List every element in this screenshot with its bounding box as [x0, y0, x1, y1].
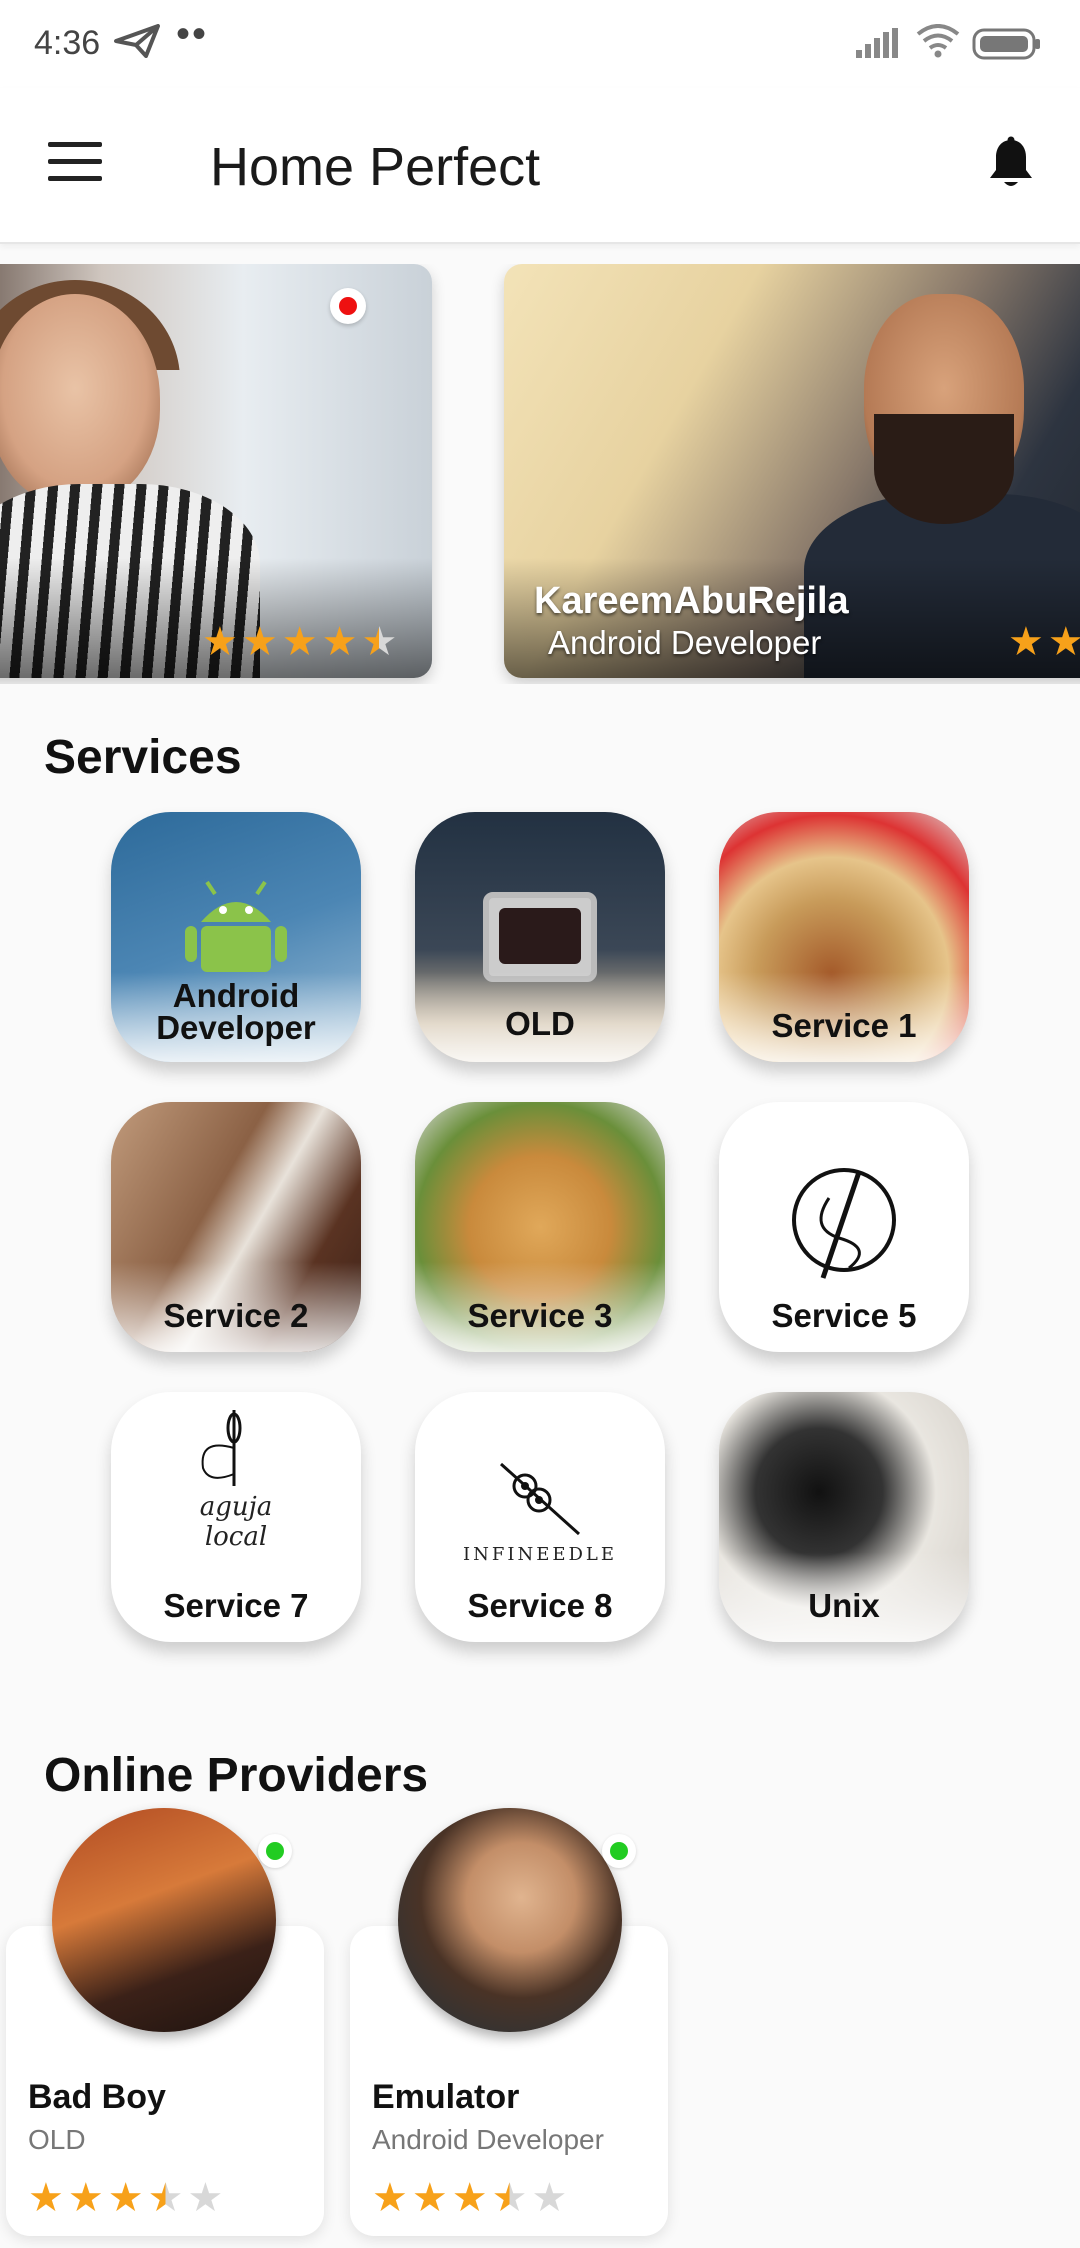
star-icon: ★: [372, 2175, 408, 2221]
rating-stars: ★★★★★: [1008, 622, 1080, 662]
service-logo-text: aguja local: [199, 1492, 273, 1552]
avatar[interactable]: [398, 1808, 622, 2032]
featured-card[interactable]: KareemAbuRejila Android Developer ★★★★★: [504, 264, 1080, 678]
featured-carousel[interactable]: ★ ★ ★ ★ ★ KareemAbuRejila Android Developer …: [0, 264, 1080, 684]
star-icon: ★: [147, 2175, 184, 2221]
service-label: Service 2: [163, 1297, 309, 1334]
provider-name: KareemAbuRejila: [534, 580, 849, 622]
provider-role: OLD: [28, 2124, 86, 2155]
service-label: Unix: [808, 1587, 880, 1624]
service-tile-old[interactable]: OLD: [415, 812, 665, 1062]
star-icon: ★: [202, 619, 238, 665]
provider-name: Bad Boy: [28, 2078, 166, 2116]
service-label: Service 3: [467, 1297, 613, 1334]
notification-bell-icon[interactable]: [986, 136, 1040, 196]
needle-logo-icon: [201, 1410, 242, 1486]
app-bar: Home Perfect: [0, 88, 1080, 244]
android-logo-icon: [185, 880, 287, 972]
signal-icon: [856, 28, 900, 63]
service-tile-service-7[interactable]: aguja local Service 7: [111, 1392, 361, 1642]
service-label: Service 7: [163, 1587, 309, 1624]
online-status-dot: [602, 1834, 636, 1868]
services-heading: Services: [44, 731, 242, 784]
page-title: Home Perfect: [210, 137, 541, 197]
star-icon: ★: [187, 2175, 224, 2221]
service-tile-service-8[interactable]: INFINEEDLE Service 8: [415, 1392, 665, 1642]
star-icon: ★: [531, 2175, 568, 2221]
star-icon: ★: [241, 619, 278, 665]
status-time: 4:36: [34, 24, 101, 62]
service-tile-service-5[interactable]: Service 5: [719, 1102, 969, 1352]
online-status-dot: [258, 1834, 292, 1868]
service-label: Service 5: [771, 1297, 917, 1334]
needle-logo-icon: [499, 1462, 581, 1536]
star-icon: ★: [1047, 619, 1080, 665]
star-icon: ★: [107, 2175, 144, 2221]
star-icon: ★: [281, 619, 318, 665]
star-icon: ★: [361, 619, 398, 665]
live-status-dot: [330, 288, 366, 324]
service-tile-service-1[interactable]: Service 1: [719, 812, 969, 1062]
service-label: Android Developer: [156, 977, 316, 1046]
star-icon: ★: [321, 619, 358, 665]
service-label: Service 8: [467, 1587, 613, 1624]
service-label: OLD: [505, 1005, 575, 1042]
star-icon: ★: [411, 2175, 448, 2221]
provider-role: Android Developer: [548, 624, 822, 661]
service-tile-service-3[interactable]: Service 3: [415, 1102, 665, 1352]
hamburger-menu-icon[interactable]: [48, 142, 102, 182]
status-bar: 4:36 ••: [0, 0, 1080, 88]
service-label: Service 1: [771, 1007, 917, 1044]
provider-name: Emulator: [372, 2078, 520, 2116]
service-logo-text: INFINEEDLE: [462, 1544, 617, 1565]
retro-computer-icon: [483, 892, 597, 982]
featured-card[interactable]: ★ ★ ★ ★ ★: [0, 264, 432, 678]
service-tile-unix[interactable]: Unix: [719, 1392, 969, 1642]
star-icon: ★: [1008, 619, 1044, 665]
star-icon: ★: [28, 2175, 64, 2221]
star-icon: ★: [451, 2175, 488, 2221]
avatar[interactable]: [52, 1808, 276, 2032]
rating-stars: ★★★★★: [28, 2178, 227, 2218]
online-providers-heading: Online Providers: [44, 1749, 429, 1802]
provider-role: Android Developer: [372, 2124, 604, 2155]
needle-thread-icon: [792, 1168, 896, 1279]
star-icon: ★: [491, 2175, 528, 2221]
service-tile-android[interactable]: Android Developer: [111, 812, 361, 1062]
battery-icon: [972, 28, 1042, 65]
star-icon: ★: [67, 2175, 104, 2221]
send-icon: [114, 24, 160, 63]
rating-stars: ★★★★★: [202, 622, 401, 662]
rating-stars: ★★★★★: [372, 2178, 571, 2218]
service-tile-service-2[interactable]: Service 2: [111, 1102, 361, 1352]
notification-dots: ••: [176, 12, 209, 56]
wifi-icon: [916, 24, 960, 63]
